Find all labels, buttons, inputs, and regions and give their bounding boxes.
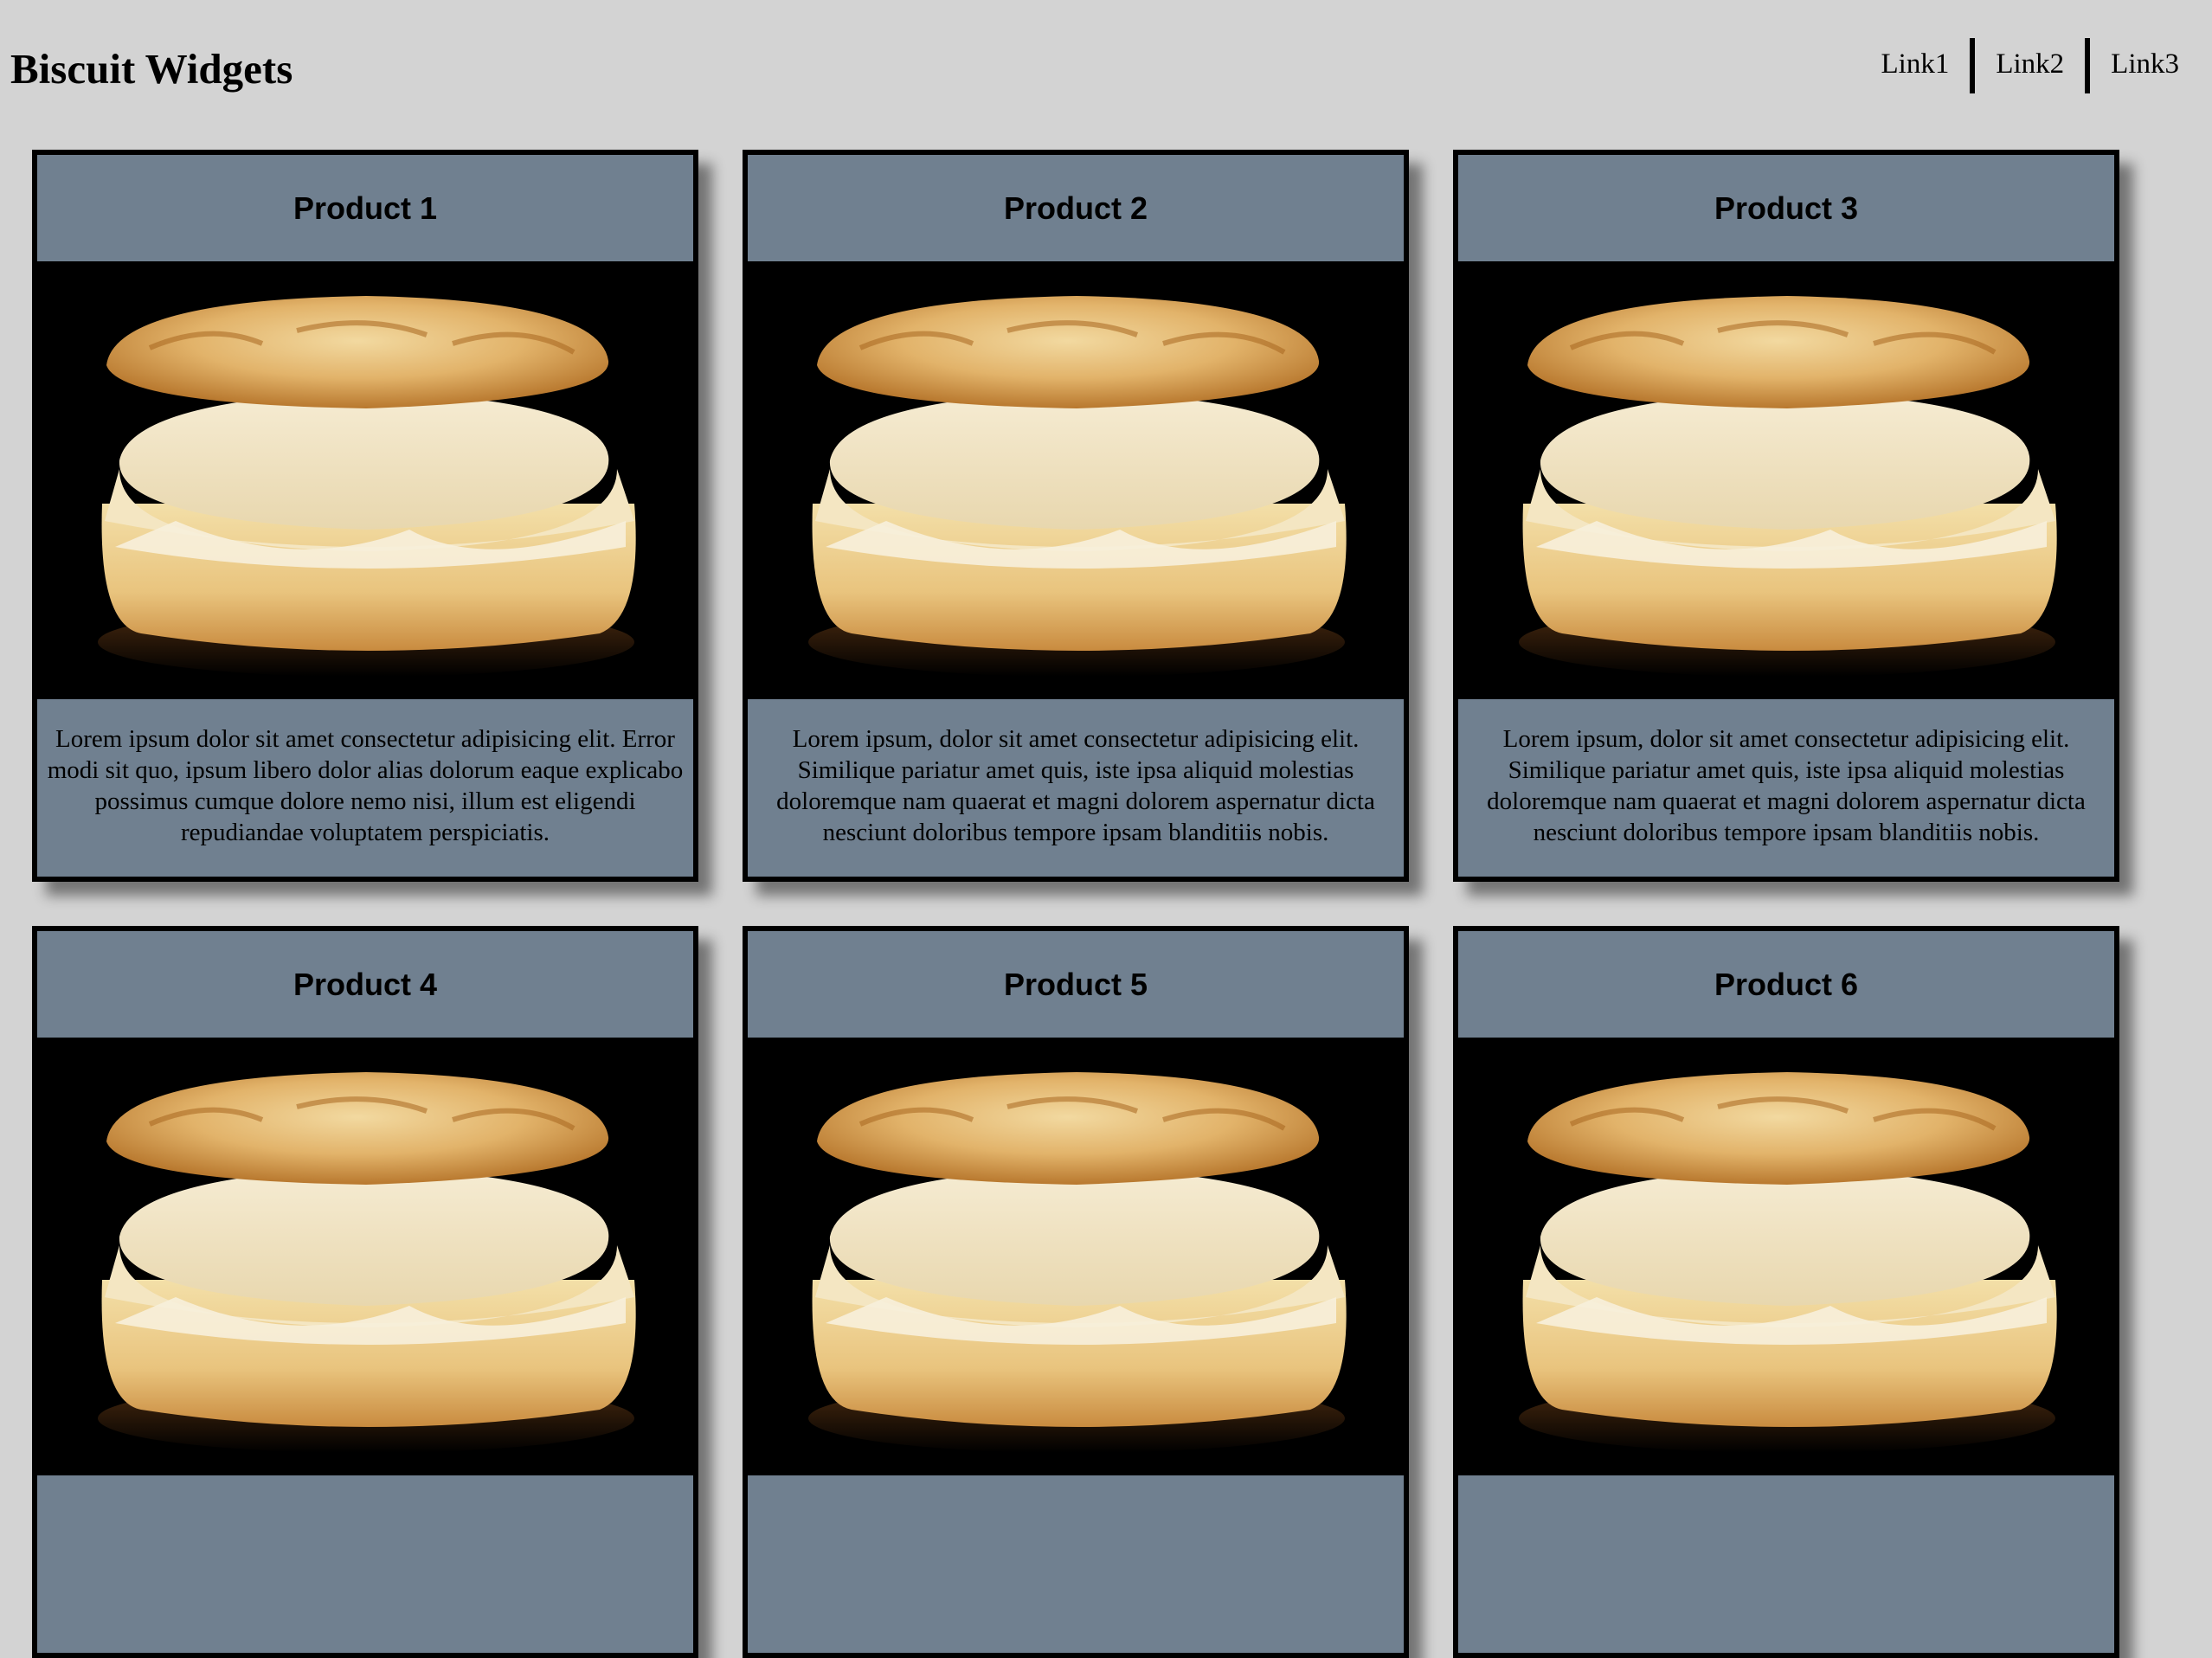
product-image [748, 261, 1404, 699]
product-description [1458, 1475, 2114, 1653]
product-description [748, 1475, 1404, 1653]
product-card[interactable]: Product 5 [743, 926, 1409, 1658]
nav-link-3[interactable]: Link3 [2085, 38, 2212, 93]
product-description: Lorem ipsum, dolor sit amet consectetur … [1487, 725, 2086, 846]
product-description [37, 1475, 693, 1653]
product-title: Product 3 [1714, 190, 1859, 226]
product-description: Lorem ipsum dolor sit amet consectetur a… [47, 725, 684, 846]
product-title: Product 6 [1714, 966, 1859, 1002]
product-card[interactable]: Product 3 Lorem ipsum, dolor sit amet con… [1453, 150, 2119, 882]
product-image [1458, 1038, 2114, 1475]
nav-link-2[interactable]: Link2 [1970, 38, 2085, 93]
product-image [37, 1038, 693, 1475]
product-title: Product 5 [1003, 966, 1148, 1002]
site-header: Biscuit Widgets Link1 Link2 Link3 [0, 0, 2212, 138]
product-card[interactable]: Product 2 Lorem ipsum, dolor sit amet con… [743, 150, 1409, 882]
top-nav: Link1 Link2 Link3 [1861, 38, 2212, 102]
product-title: Product 4 [293, 966, 438, 1002]
site-title: Biscuit Widgets [10, 45, 293, 93]
product-title: Product 2 [1003, 190, 1148, 226]
product-image [37, 261, 693, 699]
product-card[interactable]: Product 1 Lorem ipsum dolor sit amet cons… [32, 150, 698, 882]
product-image [1458, 261, 2114, 699]
product-grid: Product 1 Lorem ipsum dolor sit amet cons… [32, 150, 2119, 1658]
product-title: Product 1 [293, 190, 438, 226]
product-description: Lorem ipsum, dolor sit amet consectetur … [776, 725, 1375, 846]
product-image [748, 1038, 1404, 1475]
product-card[interactable]: Product 6 [1453, 926, 2119, 1658]
nav-link-1[interactable]: Link1 [1861, 38, 1971, 93]
product-card[interactable]: Product 4 [32, 926, 698, 1658]
